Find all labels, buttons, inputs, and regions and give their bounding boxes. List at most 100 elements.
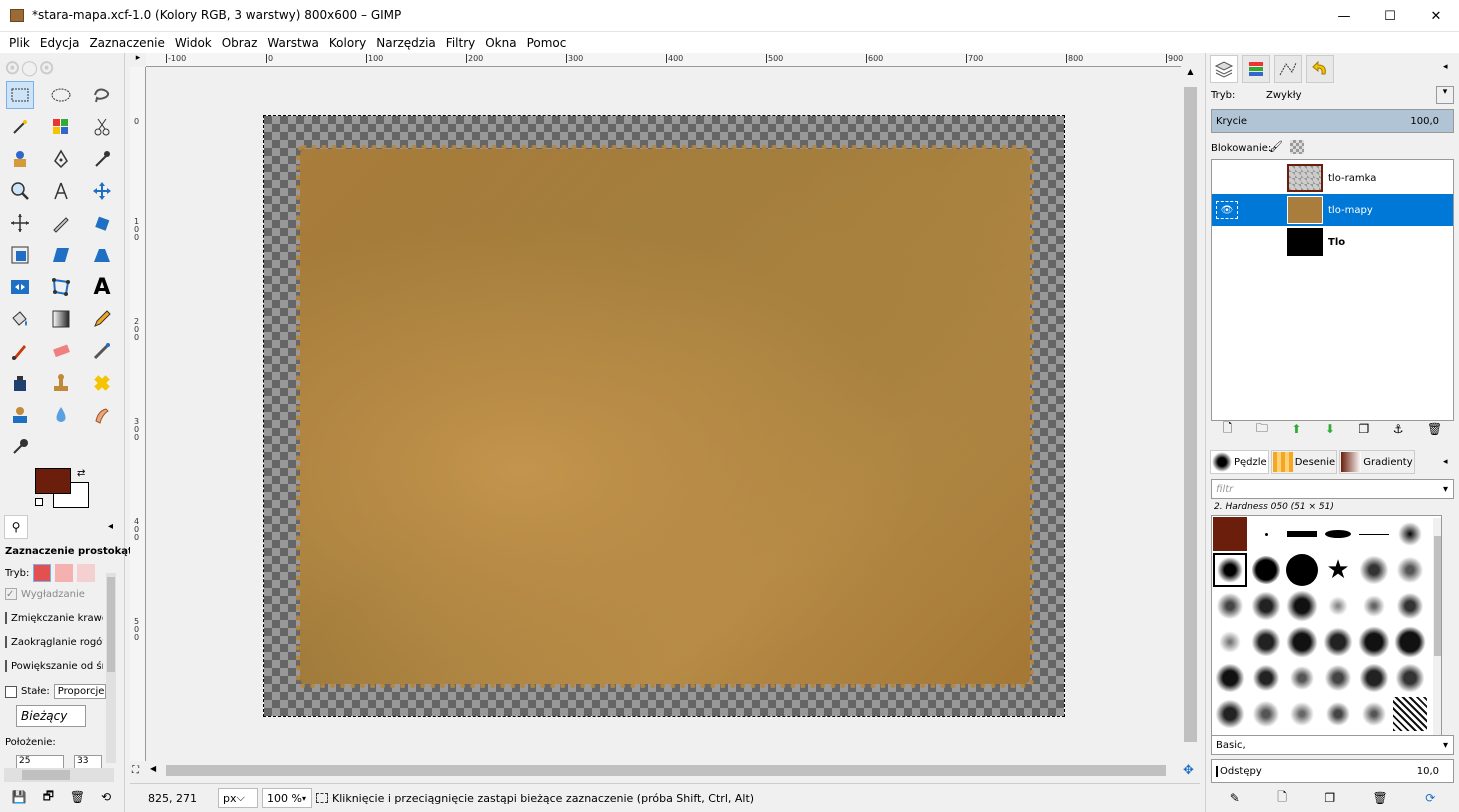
antialias-row[interactable]: ✓ Wygładzanie (5, 588, 85, 600)
rect-select-tool[interactable] (6, 81, 34, 109)
eraser-tool[interactable] (47, 337, 75, 365)
mode-subtract-icon[interactable] (77, 564, 96, 582)
brush-item[interactable] (1393, 517, 1427, 551)
crop-tool[interactable] (47, 209, 75, 237)
antialias-checkbox[interactable]: ✓ (5, 588, 17, 600)
brush-item[interactable] (1393, 553, 1427, 587)
cage-transform-tool[interactable] (47, 273, 75, 301)
brush-item[interactable] (1357, 625, 1391, 659)
brush-item[interactable] (1249, 589, 1283, 623)
new-layer-icon[interactable]: 🗋 (1223, 419, 1233, 440)
perspective-clone-tool[interactable] (6, 401, 34, 429)
alignment-tool[interactable] (6, 209, 34, 237)
mode-add-icon[interactable] (55, 564, 74, 582)
heal-tool[interactable] (88, 369, 116, 397)
duplicate-layer-icon[interactable]: ❐ (1358, 422, 1369, 436)
foreground-select-tool[interactable] (6, 145, 34, 173)
reset-options-icon[interactable]: ⟲ (101, 790, 111, 804)
gradient-tool[interactable] (47, 305, 75, 333)
dock-menu-icon[interactable]: ◂ (1443, 62, 1448, 72)
menu-zaznaczenie[interactable]: Zaznaczenie (84, 36, 169, 50)
edit-brush-icon[interactable]: ✎ (1230, 791, 1240, 805)
eye-visibility-icon[interactable]: 👁 (1216, 201, 1238, 219)
swap-colors-icon[interactable]: ⇄ (77, 468, 85, 479)
brush-item[interactable] (1357, 661, 1391, 695)
rounded-checkbox[interactable] (5, 636, 7, 648)
layer-row[interactable]: 👁 tlo-mapy (1212, 194, 1453, 226)
maximize-button[interactable]: ☐ (1367, 0, 1413, 32)
scroll-left-icon[interactable]: ◀ (150, 764, 156, 773)
vscroll-thumb[interactable] (1184, 87, 1197, 742)
tab-undo-history[interactable] (1306, 55, 1334, 83)
mode-replace-icon[interactable] (33, 564, 52, 582)
brush-item[interactable] (1393, 661, 1427, 695)
tool-options-menu-icon[interactable]: ◂ (108, 521, 113, 532)
menu-filtry[interactable]: Filtry (441, 36, 480, 50)
pos-y-field[interactable]: 33 (74, 755, 102, 769)
paths-tool[interactable] (47, 145, 75, 173)
move-tool[interactable] (88, 177, 116, 205)
menu-warstwa[interactable]: Warstwa (262, 36, 324, 50)
brush-item[interactable] (1285, 697, 1319, 731)
tool-options-tab-icon[interactable]: ⚲ (4, 515, 28, 539)
menu-obraz[interactable]: Obraz (217, 36, 263, 50)
text-tool[interactable]: A (88, 273, 116, 301)
spacing-slider[interactable]: Odstępy 10,0 (1211, 759, 1454, 783)
brush-item[interactable] (1285, 517, 1319, 551)
opacity-slider[interactable]: Krycie 100,0 (1211, 109, 1454, 133)
brush-item[interactable] (1249, 697, 1283, 731)
menu-edycja[interactable]: Edycja (35, 36, 85, 50)
menu-pomoc[interactable]: Pomoc (522, 36, 572, 50)
canvas-horizontal-scrollbar[interactable]: ◀ (146, 761, 1181, 779)
brush-item[interactable] (1321, 697, 1355, 731)
brush-item[interactable] (1213, 517, 1247, 551)
tool-options-scrollbar[interactable] (106, 573, 116, 763)
close-button[interactable]: ✕ (1413, 0, 1459, 32)
expand-checkbox[interactable] (5, 660, 7, 672)
brush-item[interactable] (1357, 553, 1391, 587)
raise-layer-icon[interactable]: ⬆ (1291, 422, 1301, 436)
color-picker-tool[interactable] (88, 145, 116, 173)
brush-item[interactable] (1357, 697, 1391, 731)
anchor-layer-icon[interactable]: ⚓ (1393, 422, 1404, 436)
bucket-fill-tool[interactable] (6, 305, 34, 333)
perspective-tool[interactable] (88, 241, 116, 269)
fixed-dropdown[interactable]: Proporcje (53, 684, 106, 699)
zoom-tool[interactable] (6, 177, 34, 205)
lower-layer-icon[interactable]: ⬇ (1325, 422, 1335, 436)
feather-checkbox[interactable] (5, 612, 7, 624)
brush-item[interactable] (1321, 589, 1355, 623)
scroll-up-icon[interactable]: ▲ (1181, 67, 1200, 76)
tab-layers[interactable] (1210, 55, 1238, 83)
layer-row[interactable]: tlo-ramka (1212, 162, 1453, 194)
brush-item[interactable] (1285, 661, 1319, 695)
ellipse-select-tool[interactable] (47, 81, 75, 109)
airbrush-tool[interactable] (88, 337, 116, 365)
paintbrush-tool[interactable] (6, 337, 34, 365)
canvas-vertical-scrollbar[interactable]: ▲ (1181, 67, 1200, 761)
smudge-tool[interactable] (88, 401, 116, 429)
menu-plik[interactable]: Plik (4, 36, 35, 50)
brush-filter-input[interactable]: filtr ▾ (1211, 479, 1454, 499)
brush-dock-menu-icon[interactable]: ◂ (1443, 457, 1448, 467)
delete-brush-icon[interactable]: 🗑 (1373, 791, 1388, 805)
brush-item[interactable] (1321, 517, 1355, 551)
rounded-row[interactable]: Zaokrąglanie rogów (5, 636, 103, 648)
brush-item[interactable] (1321, 625, 1355, 659)
fuzzy-select-tool[interactable] (6, 113, 34, 141)
brush-item[interactable] (1393, 697, 1427, 731)
brush-preset-dropdown[interactable]: Basic, ▾ (1211, 735, 1454, 755)
save-options-icon[interactable]: 💾 (12, 790, 27, 804)
ink-tool[interactable] (6, 369, 34, 397)
free-select-tool[interactable] (88, 81, 116, 109)
brush-item[interactable] (1285, 589, 1319, 623)
shear-tool[interactable] (47, 241, 75, 269)
quick-mask-corner-icon[interactable]: ▸ (130, 53, 146, 67)
brush-item[interactable] (1249, 553, 1283, 587)
delete-options-icon[interactable]: 🗑 (70, 790, 85, 804)
dodge-burn-tool[interactable] (6, 433, 34, 461)
brush-item[interactable] (1285, 625, 1319, 659)
horizontal-ruler[interactable]: -100 0 100 200 300 400 500 600 700 800 900 (146, 53, 1183, 67)
brush-item[interactable] (1357, 589, 1391, 623)
zoom-follow-icon[interactable]: ⛶ (132, 765, 139, 776)
